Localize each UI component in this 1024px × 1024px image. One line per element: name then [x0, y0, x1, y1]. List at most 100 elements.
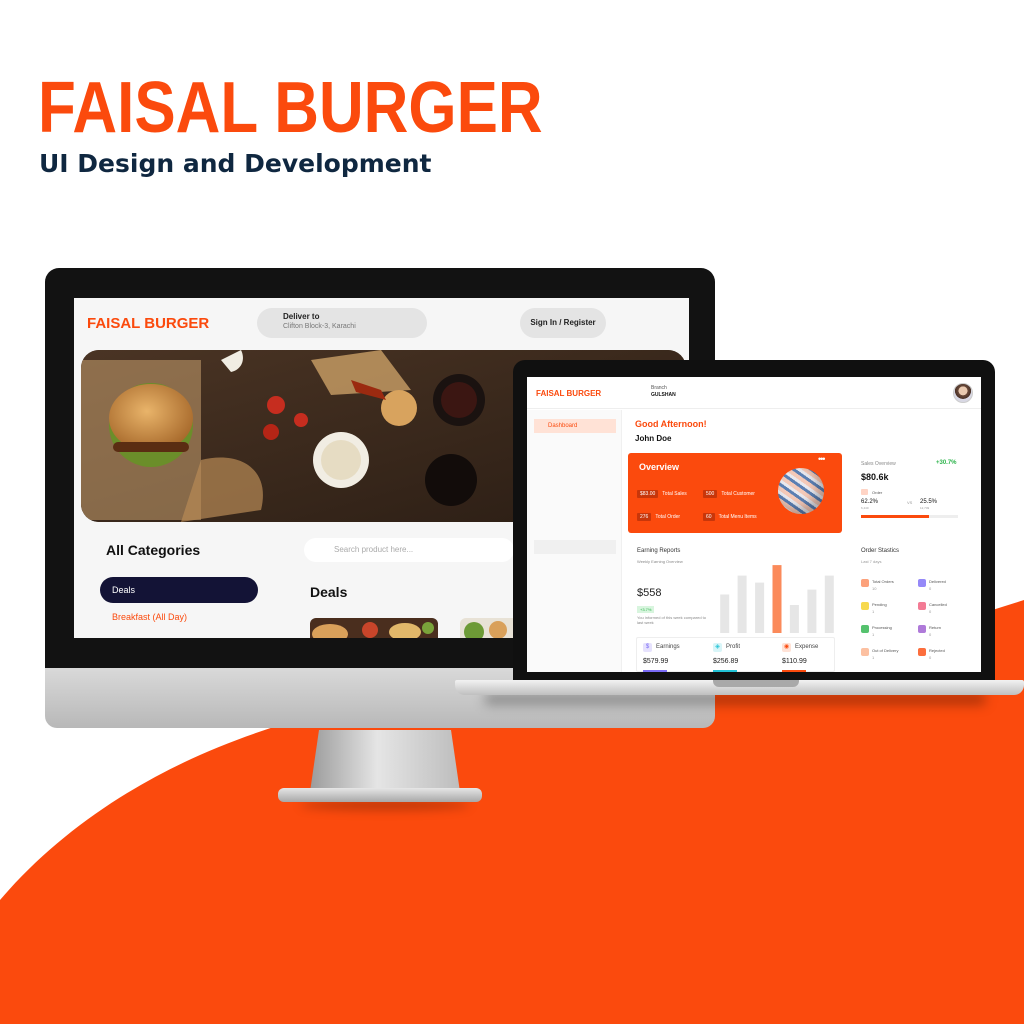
- deal-food-image: [310, 618, 438, 638]
- earning-reports-title: Earning Reports: [637, 548, 681, 554]
- stat-label: Total Menu Items: [718, 514, 757, 520]
- chart-pie-icon: ◈: [713, 643, 722, 652]
- earning-mini-stats: $ Earnings $579.99 ◈ Profit $256.89 ◉ Ex…: [636, 637, 835, 672]
- stat-value: 276: [637, 513, 652, 521]
- order-stat-label: Pending: [872, 602, 887, 607]
- order-statistics-title: Order Stastics: [861, 548, 900, 554]
- order-stat-item[interactable]: Cancelled 0: [918, 602, 970, 618]
- order-stat-item[interactable]: Total Orders 10: [861, 579, 913, 595]
- order-label: Order: [872, 490, 883, 495]
- order-statistics-subtitle: Last 7 days: [861, 559, 882, 564]
- stat-label: Total Sales: [662, 491, 687, 497]
- order-stat-count: 1: [872, 609, 875, 614]
- earning-bar: [755, 582, 765, 633]
- brand-icon: ◉: [782, 643, 791, 652]
- all-categories-heading: All Categories: [106, 542, 201, 558]
- stat-value: 60: [703, 513, 715, 521]
- order-stat-item[interactable]: Return 0: [918, 625, 970, 641]
- order-stat-item[interactable]: Pending 1: [861, 602, 913, 618]
- overview-stat: 500 Total Customer: [703, 490, 755, 498]
- mini-stat-value: $256.89: [713, 658, 739, 665]
- dashboard-screen: FAISAL BURGER Branch GULSHAN Dashboard G…: [527, 377, 981, 672]
- earning-bar: [824, 575, 834, 633]
- stat-value: $83.00: [637, 490, 659, 498]
- deliver-label: Deliver to: [283, 312, 320, 321]
- sidebar-item-placeholder[interactable]: [534, 540, 616, 554]
- order-stat-item[interactable]: Processing 1: [861, 625, 913, 641]
- decorative-orb: [778, 468, 824, 514]
- sales-value: $80.6k: [861, 472, 889, 482]
- order-stat-label: Return: [929, 625, 942, 630]
- overview-stat: 60 Total Menu Items: [703, 513, 757, 521]
- order-status-icon: [918, 625, 926, 633]
- earning-bar: [772, 565, 782, 633]
- cart-icon: [861, 489, 868, 495]
- order-stat-item[interactable]: Rejected 0: [918, 648, 970, 664]
- visit-percent: 25.5%: [920, 499, 938, 505]
- overview-title: Overview: [639, 462, 680, 472]
- order-percent: 62.2%: [861, 499, 879, 505]
- sidebar-item-dashboard[interactable]: Dashboard: [534, 419, 616, 433]
- order-status-icon: [861, 579, 869, 587]
- order-stat-label: Out of Delivery: [872, 648, 899, 653]
- earning-note: You informed of this week compared to la…: [637, 615, 707, 625]
- order-stat-item[interactable]: Delivered 0: [918, 579, 970, 595]
- order-stat-count: 0: [929, 609, 932, 614]
- order-stat-count: 0: [929, 586, 932, 591]
- order-status-icon: [918, 579, 926, 587]
- earning-bar: [807, 589, 817, 633]
- page-title: FAISAL BURGER: [38, 68, 543, 148]
- laptop-notch: [713, 680, 799, 687]
- overview-stat: $83.00 Total Sales: [637, 490, 687, 498]
- sales-progress-fill: [861, 515, 929, 518]
- earning-growth-badge: +3.7%: [637, 606, 655, 613]
- dollar-icon: $: [643, 643, 652, 652]
- site-logo[interactable]: FAISAL BURGER: [87, 315, 209, 332]
- earning-reports-subtitle: Weekly Earning Overview: [637, 559, 683, 564]
- signin-register-button[interactable]: Sign In / Register: [520, 308, 606, 338]
- deliver-address: Clifton Block-3, Karachi: [283, 323, 356, 330]
- greeting-text: Good Afternoon!: [635, 419, 707, 429]
- deliver-to-selector[interactable]: Deliver to Clifton Block-3, Karachi: [257, 308, 427, 338]
- more-options-icon[interactable]: •••: [818, 454, 826, 464]
- deals-heading: Deals: [310, 584, 348, 600]
- order-status-icon: [861, 648, 869, 656]
- mini-stat-label: Expense: [795, 644, 819, 650]
- order-stat-count: 1: [872, 632, 875, 637]
- order-stat-count: 0: [929, 632, 932, 637]
- order-stat-label: Delivered: [929, 579, 946, 584]
- order-status-icon: [918, 648, 926, 656]
- mini-stat-label: Earnings: [656, 644, 680, 650]
- dashboard-logo[interactable]: FAISAL BURGER: [536, 389, 601, 398]
- stat-label: Total Customer: [721, 491, 755, 497]
- mini-stat-bar: [782, 670, 806, 672]
- dashboard-header: FAISAL BURGER Branch GULSHAN: [527, 377, 981, 409]
- user-name: John Doe: [635, 434, 672, 443]
- order-status-icon: [918, 602, 926, 610]
- order-stat-label: Processing: [872, 625, 892, 630]
- earning-reports-card: Earning Reports Weekly Earning Overview …: [628, 539, 843, 672]
- mini-stat-label: Profit: [726, 644, 741, 650]
- overview-card: Overview ••• $83.00 Total Sales 500 Total …: [628, 453, 842, 533]
- earning-value: $558: [637, 587, 662, 599]
- category-breakfast[interactable]: Breakfast (All Day): [112, 612, 187, 622]
- user-avatar[interactable]: [953, 383, 973, 403]
- deal-card-image[interactable]: [310, 618, 438, 638]
- earning-bar: [737, 575, 747, 633]
- category-deals[interactable]: Deals: [100, 577, 258, 603]
- overview-stat: 276 Total Order: [637, 513, 680, 521]
- mini-stat-value: $110.99: [782, 658, 807, 665]
- weekly-earning-bar-chart: [720, 565, 834, 633]
- earning-bar: [720, 594, 730, 633]
- order-stat-count: 1: [872, 655, 875, 660]
- imac-stand-foot: [278, 788, 482, 802]
- branch-selector[interactable]: GULSHAN: [651, 392, 676, 398]
- order-count: 6,440: [861, 506, 869, 510]
- order-stat-item[interactable]: Out of Delivery 1: [861, 648, 913, 664]
- earning-bar: [789, 605, 799, 633]
- imac-stand-neck: [310, 730, 460, 792]
- order-stat-label: Cancelled: [929, 602, 947, 607]
- sales-overview-card: Sales Overview +30.7% $80.6k Order 62.2%…: [854, 453, 972, 531]
- laptop-mockup: FAISAL BURGER Branch GULSHAN Dashboard G…: [455, 360, 1024, 705]
- order-stat-label: Total Orders: [872, 579, 894, 584]
